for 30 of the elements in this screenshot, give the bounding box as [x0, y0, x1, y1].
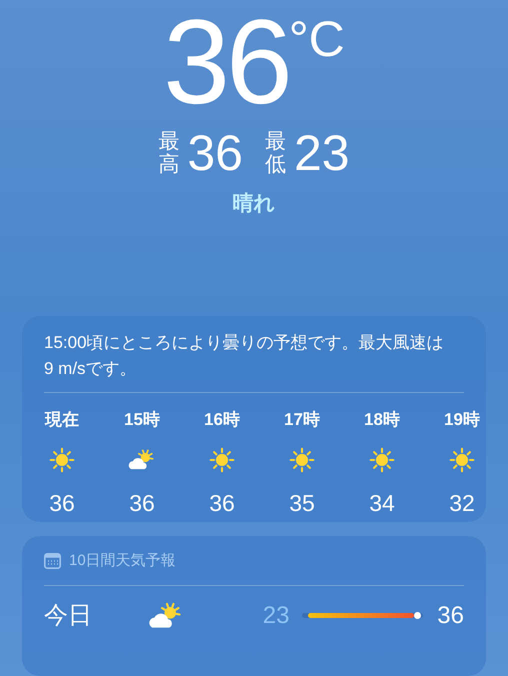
- sun-icon: [287, 445, 317, 475]
- hour-temperature: 32: [449, 489, 475, 518]
- hour-label: 現在: [45, 408, 79, 430]
- hour-temperature: 35: [289, 489, 315, 518]
- hour-temperature: 36: [49, 489, 75, 518]
- hour-temperature: 36: [129, 489, 155, 518]
- sun-icon: [47, 445, 77, 475]
- high-temperature: 36: [437, 600, 464, 630]
- hour-label: 18時: [364, 408, 400, 430]
- hour-temperature: 36: [209, 489, 235, 518]
- sun-icon: [367, 445, 397, 475]
- current-temperature: 36: [163, 2, 289, 122]
- sun-icon: [447, 445, 477, 475]
- temperature-unit: °C: [288, 14, 345, 64]
- high-temperature: 36: [187, 128, 243, 178]
- forecast-summary: 15:00頃にところにより曇りの予想です。最大風速は9 m/sです。: [44, 332, 444, 380]
- hour-label: 19時: [444, 408, 480, 430]
- calendar-icon: [44, 553, 61, 570]
- hour-label: 15時: [124, 408, 160, 430]
- hour-label: 16時: [204, 408, 240, 430]
- high-label: 最高: [158, 130, 180, 176]
- low-label: 最低: [265, 130, 286, 176]
- low-temperature: 23: [294, 128, 350, 178]
- low-temperature: 23: [262, 600, 290, 630]
- day-label: 今日: [44, 600, 93, 630]
- hour-label: 17時: [284, 408, 320, 430]
- weather-condition: 晴れ: [232, 191, 276, 217]
- sun-icon: [207, 445, 237, 475]
- daily-forecast-title: 10日間天気予報: [69, 551, 176, 571]
- hour-temperature: 34: [369, 489, 395, 518]
